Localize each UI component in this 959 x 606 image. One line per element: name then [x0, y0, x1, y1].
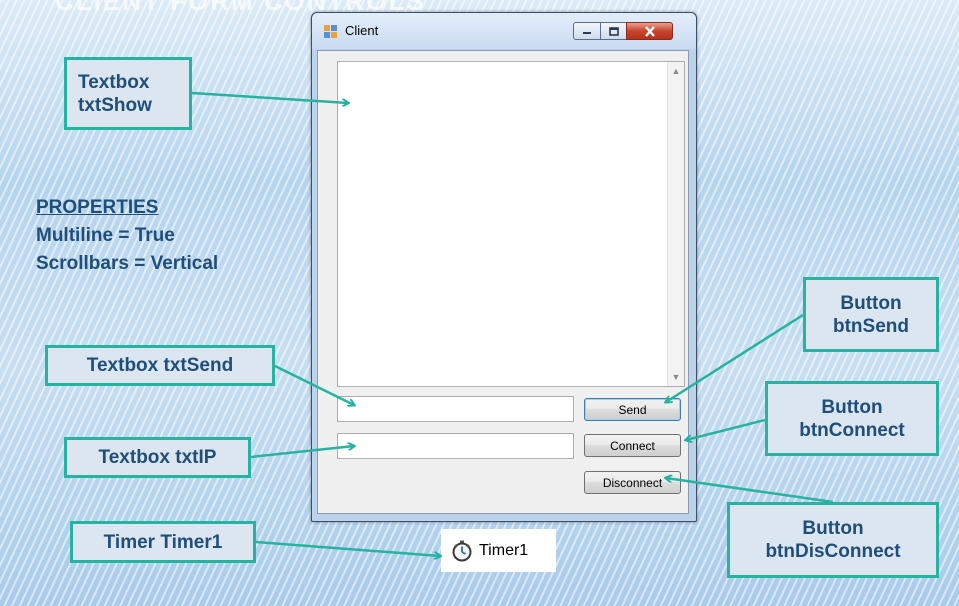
- callout-arrows: [191, 91, 834, 606]
- arrow-txtshow: [191, 91, 348, 103]
- arrow-txtsend: [274, 364, 354, 405]
- arrow-timer: [255, 540, 440, 556]
- arrow-btndisconnect: [666, 478, 834, 504]
- arrow-txtip: [250, 446, 354, 459]
- arrow-btnsend: [666, 313, 804, 402]
- arrow-btnconnect: [686, 418, 766, 440]
